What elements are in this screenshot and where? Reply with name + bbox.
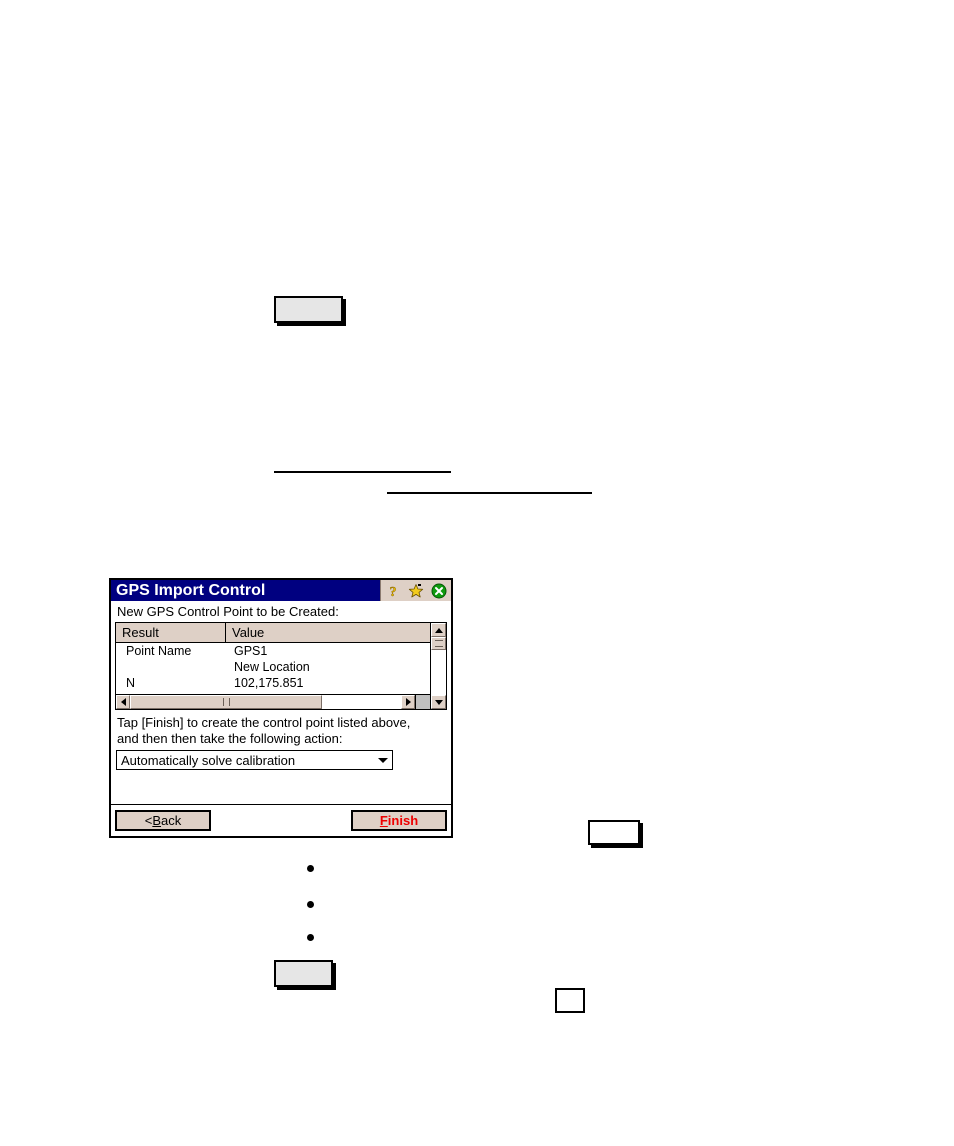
redaction-rule-2 xyxy=(387,492,592,494)
finish-button-rest: inish xyxy=(387,813,419,828)
scroll-up-button[interactable] xyxy=(431,623,446,637)
hscroll-thumb[interactable] xyxy=(130,695,323,709)
cell-result: Point Name xyxy=(126,644,192,658)
hscroll-track[interactable] xyxy=(130,695,401,709)
help-icon[interactable]: ? xyxy=(385,583,401,599)
favorites-star-icon[interactable] xyxy=(408,583,424,599)
svg-text:?: ? xyxy=(390,585,397,599)
chevron-left-icon xyxy=(120,698,126,706)
redaction-rule-1 xyxy=(274,471,451,473)
scrollbar-corner xyxy=(415,695,430,709)
table-row[interactable]: Point Name GPS1 xyxy=(116,643,430,659)
dialog-button-bar: < Back Finish xyxy=(111,804,451,836)
column-header-value: Value xyxy=(232,625,265,640)
back-button-prefix: < xyxy=(144,813,153,828)
finish-button[interactable]: Finish xyxy=(350,809,448,832)
back-button-rest: ack xyxy=(161,813,182,828)
redacted-button-upper xyxy=(274,296,343,323)
instruction-text: Tap [Finish] to create the control point… xyxy=(115,710,447,750)
gps-import-control-dialog: GPS Import Control ? New GPS Control Poi… xyxy=(109,578,453,838)
chevron-up-icon xyxy=(434,627,443,633)
cell-value: New Location xyxy=(234,660,310,674)
redacted-key-small xyxy=(555,988,585,1013)
grid-horizontal-scrollbar[interactable] xyxy=(116,694,430,709)
action-dropdown-value: Automatically solve calibration xyxy=(121,752,296,768)
dialog-title: GPS Import Control xyxy=(116,582,266,599)
scroll-down-button[interactable] xyxy=(431,695,446,709)
table-row[interactable]: N 102,175.851 xyxy=(116,675,430,691)
cell-value: GPS1 xyxy=(234,644,268,658)
vscroll-thumb[interactable] xyxy=(431,637,446,650)
dialog-titlebar: GPS Import Control ? xyxy=(111,580,451,601)
chevron-right-icon xyxy=(405,698,411,706)
grip-icon xyxy=(222,698,230,706)
back-button[interactable]: < Back xyxy=(114,809,212,832)
column-header-result: Result xyxy=(116,623,226,642)
hscroll-body[interactable] xyxy=(116,695,415,709)
finish-button-accel: F xyxy=(379,813,388,828)
cell-result xyxy=(116,659,226,675)
redacted-button-lower xyxy=(274,960,333,987)
bullet-1 xyxy=(307,865,314,872)
dropdown-arrow-container[interactable] xyxy=(374,757,392,763)
instruction-line-2: and then then take the following action: xyxy=(117,731,343,746)
results-grid-main: Result Value Point Name GPS1 New Locatio… xyxy=(116,623,430,709)
results-grid-rows[interactable]: Point Name GPS1 New Location N 102,175.8… xyxy=(116,643,430,694)
results-grid: Result Value Point Name GPS1 New Locatio… xyxy=(115,622,447,710)
cell-value: 2,280,023.108 xyxy=(226,691,430,694)
back-button-accel: B xyxy=(152,813,162,828)
grid-vertical-scrollbar[interactable] xyxy=(430,623,446,709)
cell-value: 102,175.851 xyxy=(234,676,304,690)
titlebar-icon-group: ? xyxy=(380,580,451,601)
vscroll-track[interactable] xyxy=(431,637,446,695)
table-row[interactable]: E 2,280,023.108 xyxy=(116,691,430,694)
action-dropdown[interactable]: Automatically solve calibration xyxy=(116,750,393,770)
chevron-down-icon xyxy=(378,757,388,763)
results-grid-header: Result Value xyxy=(116,623,430,643)
instruction-line-1: Tap [Finish] to create the control point… xyxy=(117,715,411,730)
grip-icon xyxy=(434,640,443,647)
chevron-down-icon xyxy=(434,699,443,705)
redacted-key-right xyxy=(588,820,640,845)
cell-result: N xyxy=(126,676,136,690)
bullet-2 xyxy=(307,901,314,908)
scroll-left-button[interactable] xyxy=(116,695,130,709)
cell-result: E xyxy=(116,691,226,694)
bullet-3 xyxy=(307,934,314,941)
close-icon[interactable] xyxy=(431,583,447,599)
table-row[interactable]: New Location xyxy=(116,659,430,675)
dialog-prompt: New GPS Control Point to be Created: xyxy=(117,604,339,619)
dialog-body: New GPS Control Point to be Created: Res… xyxy=(111,601,451,770)
scroll-right-button[interactable] xyxy=(401,695,415,709)
